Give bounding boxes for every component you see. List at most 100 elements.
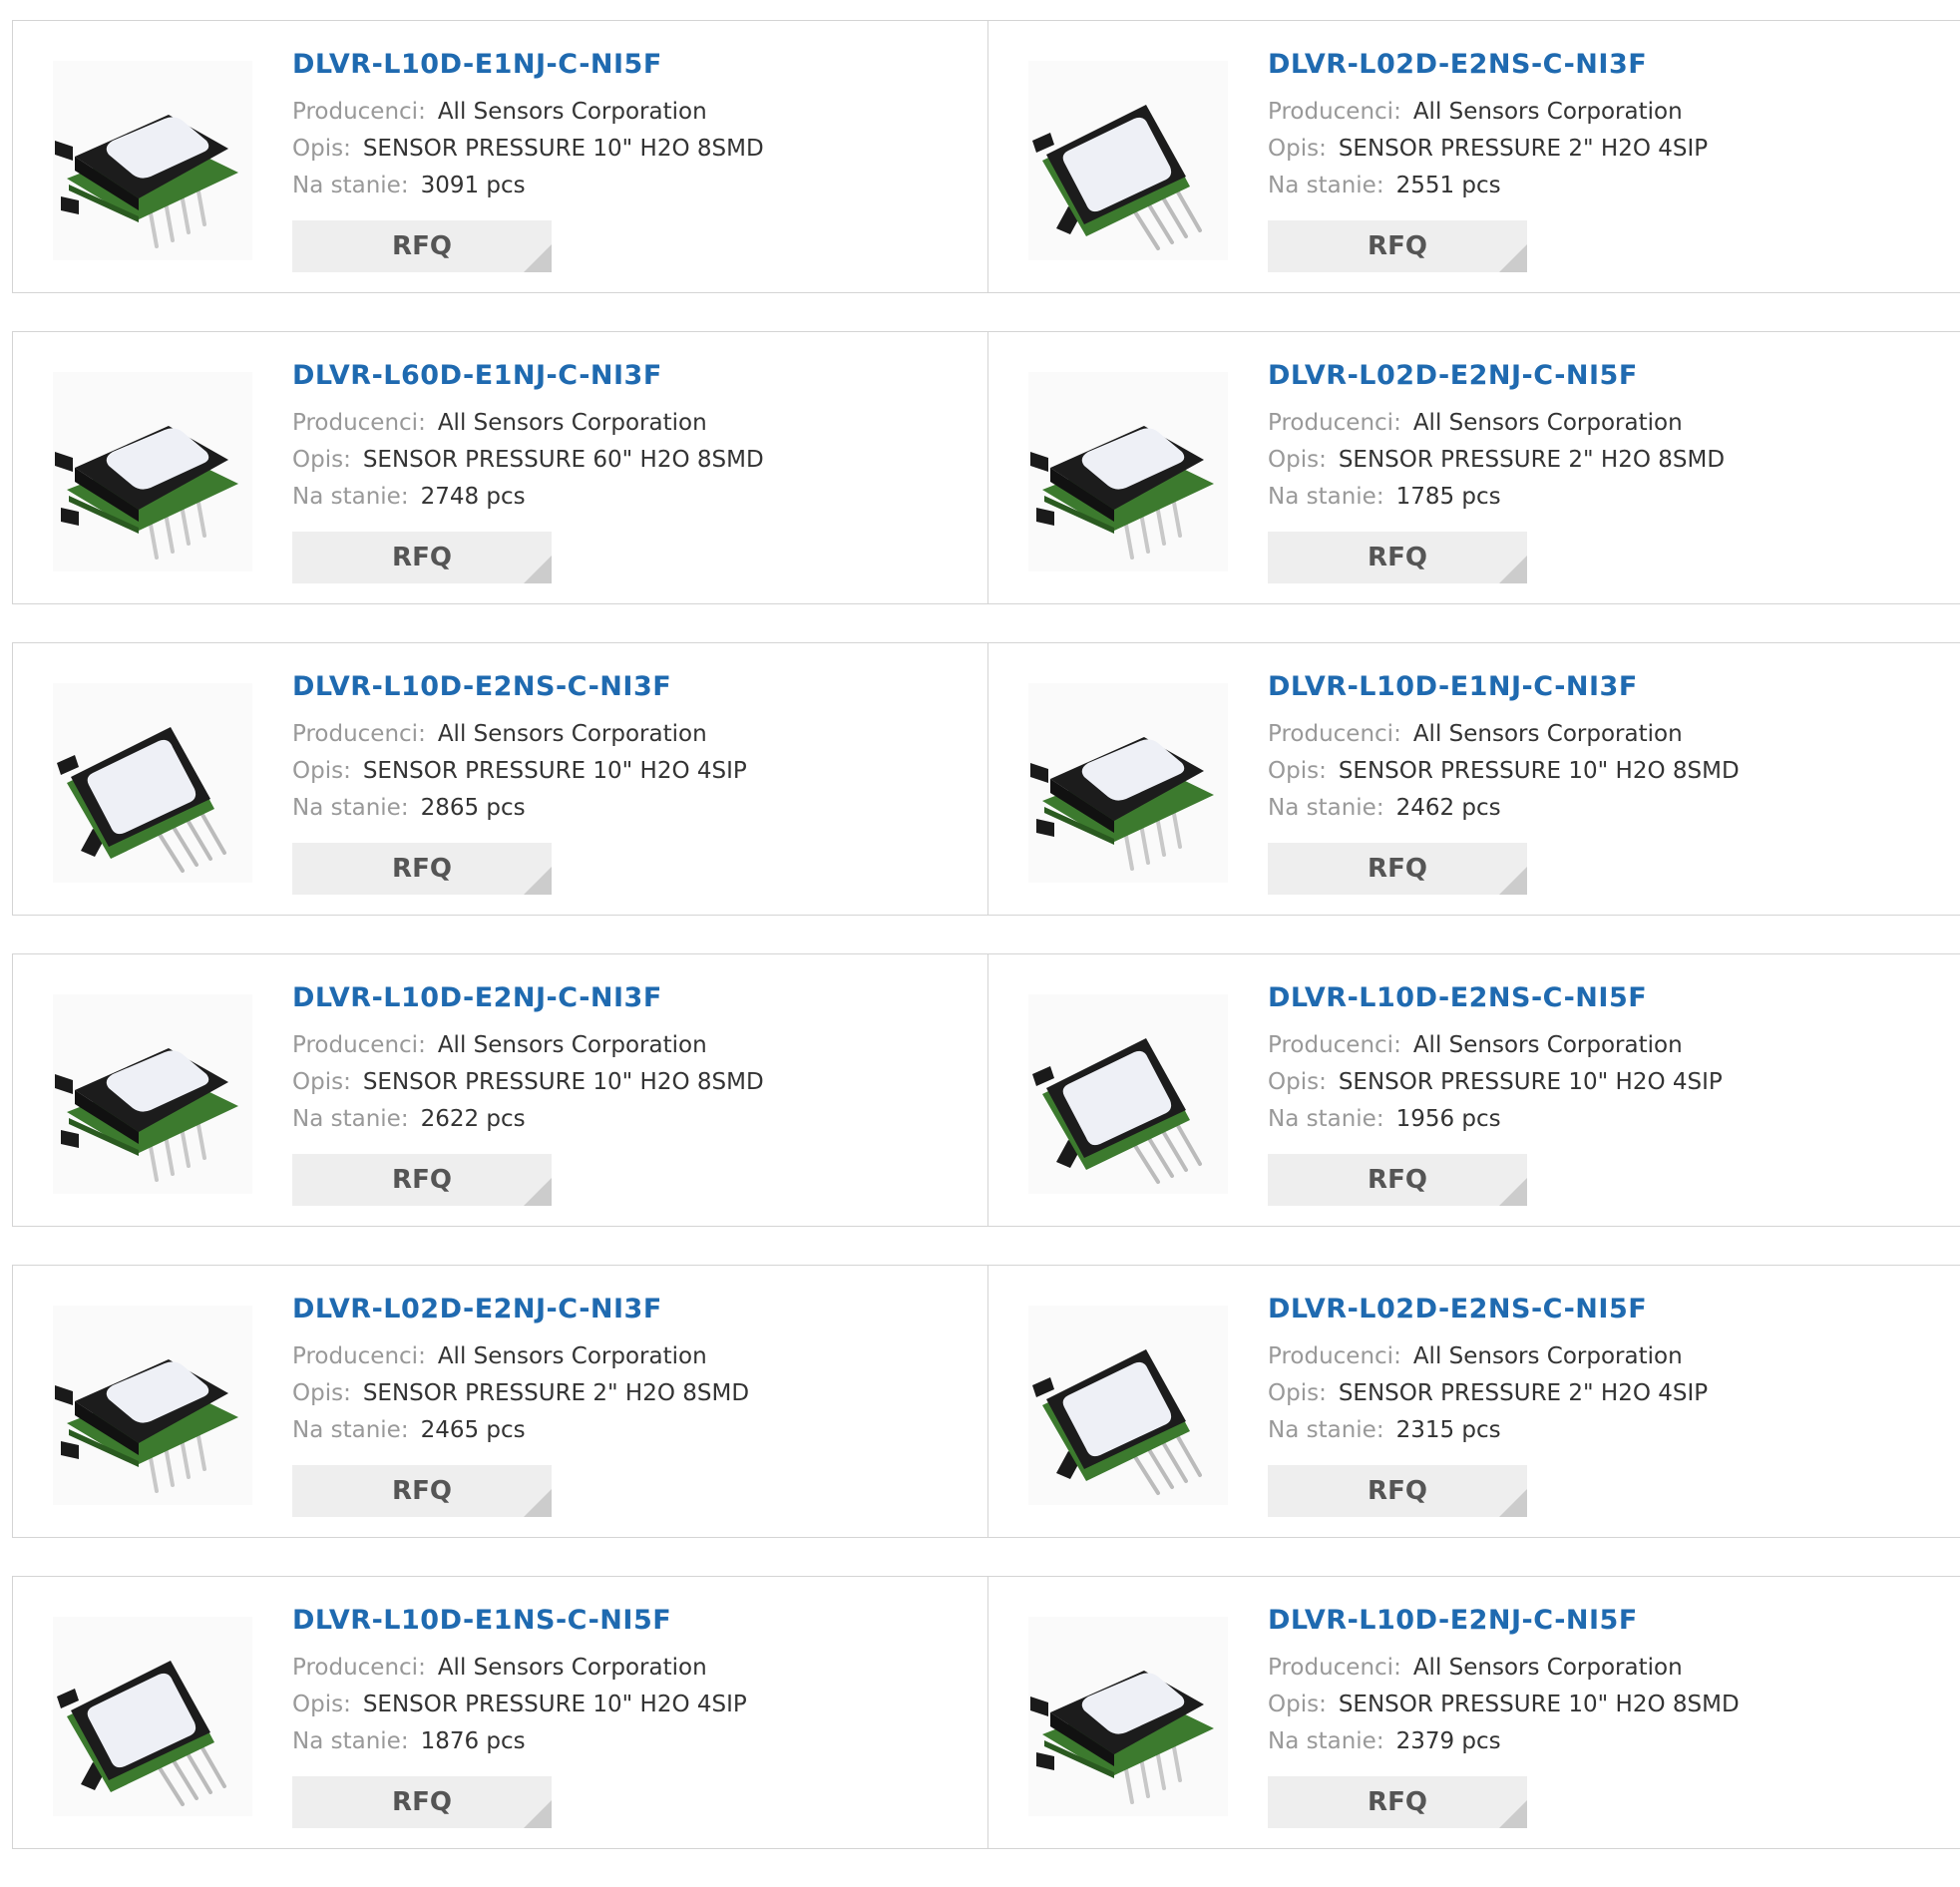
stock-label: Na stanie: — [1268, 795, 1384, 821]
product-card: DLVR-L02D-E2NS-C-NI3F Producenci: All Sen… — [987, 20, 1960, 293]
product-card: DLVR-L10D-E2NJ-C-NI3F Producenci: All Sen… — [12, 953, 989, 1227]
product-card: DLVR-L10D-E2NJ-C-NI5F Producenci: All Sen… — [987, 1576, 1960, 1849]
stock-value: 3091 pcs — [420, 173, 526, 198]
sensor-4sip-icon — [1032, 105, 1202, 250]
rfq-button-label: RFQ — [392, 1165, 452, 1195]
product-row: DLVR-L10D-E1NS-C-NI5F Producenci: All Sen… — [12, 1576, 1960, 1849]
product-part-number-link[interactable]: DLVR-L02D-E2NS-C-NI3F — [1268, 49, 1708, 80]
rfq-button[interactable]: RFQ — [1268, 220, 1527, 272]
stock-value: 2315 pcs — [1395, 1417, 1501, 1443]
product-row: DLVR-L60D-E1NJ-C-NI3F Producenci: All Sen… — [12, 331, 1960, 604]
manufacturer-value: All Sensors Corporation — [437, 99, 707, 125]
manufacturer-value: All Sensors Corporation — [437, 1343, 707, 1369]
stock-value: 2379 pcs — [1395, 1728, 1501, 1754]
product-image[interactable] — [53, 372, 252, 571]
stock-label: Na stanie: — [292, 795, 409, 821]
product-image[interactable] — [1028, 683, 1228, 883]
manufacturer-label: Producenci: — [292, 99, 426, 125]
description-label: Opis: — [292, 1692, 351, 1717]
rfq-button[interactable]: RFQ — [1268, 1154, 1527, 1206]
manufacturer-row: Producenci: All Sensors Corporation — [292, 1338, 749, 1375]
sensor-4sip-icon — [1032, 1038, 1202, 1184]
button-corner-triangle — [1499, 556, 1527, 583]
product-part-number-link[interactable]: DLVR-L10D-E2NS-C-NI5F — [1268, 982, 1723, 1013]
rfq-button-label: RFQ — [392, 1476, 452, 1506]
manufacturer-label: Producenci: — [292, 1032, 426, 1058]
rfq-button-label: RFQ — [392, 1787, 452, 1817]
description-value: SENSOR PRESSURE 10" H2O 8SMD — [1338, 758, 1740, 784]
product-image[interactable] — [1028, 372, 1228, 571]
rfq-button-label: RFQ — [392, 854, 452, 884]
rfq-button[interactable]: RFQ — [292, 1776, 552, 1828]
product-part-number-link[interactable]: DLVR-L10D-E1NJ-C-NI5F — [292, 49, 764, 80]
rfq-button-label: RFQ — [1368, 231, 1427, 261]
sensor-8smd-icon — [55, 115, 238, 248]
manufacturer-label: Producenci: — [1268, 410, 1401, 436]
product-row: DLVR-L10D-E1NJ-C-NI5F Producenci: All Sen… — [12, 20, 1960, 293]
product-part-number-link[interactable]: DLVR-L10D-E2NJ-C-NI5F — [1268, 1605, 1740, 1636]
rfq-button[interactable]: RFQ — [292, 1154, 552, 1206]
product-part-number-link[interactable]: DLVR-L10D-E2NS-C-NI3F — [292, 671, 747, 702]
stock-row: Na stanie: 1785 pcs — [1268, 479, 1725, 516]
product-image[interactable] — [53, 683, 252, 883]
product-image[interactable] — [1028, 1617, 1228, 1816]
product-image[interactable] — [53, 61, 252, 260]
product-part-number-link[interactable]: DLVR-L02D-E2NJ-C-NI3F — [292, 1294, 749, 1324]
stock-value: 2465 pcs — [420, 1417, 526, 1443]
stock-value: 2462 pcs — [1395, 795, 1501, 821]
button-corner-triangle — [1499, 1178, 1527, 1206]
product-image[interactable] — [53, 1306, 252, 1505]
stock-label: Na stanie: — [292, 1106, 409, 1132]
button-corner-triangle — [524, 1489, 552, 1517]
manufacturer-label: Producenci: — [1268, 1032, 1401, 1058]
sensor-4sip-icon — [1032, 1349, 1202, 1495]
stock-row: Na stanie: 2465 pcs — [292, 1412, 749, 1449]
product-part-number-link[interactable]: DLVR-L10D-E2NJ-C-NI3F — [292, 982, 764, 1013]
product-part-number-link[interactable]: DLVR-L02D-E2NJ-C-NI5F — [1268, 360, 1725, 391]
stock-row: Na stanie: 2315 pcs — [1268, 1412, 1708, 1449]
sensor-8smd-icon — [55, 426, 238, 560]
product-image[interactable] — [1028, 994, 1228, 1194]
rfq-button[interactable]: RFQ — [292, 532, 552, 583]
stock-row: Na stanie: 2551 pcs — [1268, 168, 1708, 204]
button-corner-triangle — [1499, 1800, 1527, 1828]
manufacturer-row: Producenci: All Sensors Corporation — [292, 1650, 747, 1687]
manufacturer-row: Producenci: All Sensors Corporation — [1268, 1650, 1740, 1687]
rfq-button[interactable]: RFQ — [1268, 1776, 1527, 1828]
rfq-button-label: RFQ — [1368, 543, 1427, 572]
rfq-button-label: RFQ — [1368, 854, 1427, 884]
product-part-number-link[interactable]: DLVR-L10D-E1NS-C-NI5F — [292, 1605, 747, 1636]
rfq-button[interactable]: RFQ — [292, 1465, 552, 1517]
manufacturer-row: Producenci: All Sensors Corporation — [292, 405, 764, 442]
stock-label: Na stanie: — [292, 1417, 409, 1443]
rfq-button-label: RFQ — [1368, 1165, 1427, 1195]
rfq-button[interactable]: RFQ — [292, 220, 552, 272]
product-image[interactable] — [53, 994, 252, 1194]
description-value: SENSOR PRESSURE 2" H2O 8SMD — [1338, 447, 1726, 473]
stock-value: 2748 pcs — [420, 484, 526, 510]
rfq-button[interactable]: RFQ — [292, 843, 552, 895]
rfq-button[interactable]: RFQ — [1268, 532, 1527, 583]
product-part-number-link[interactable]: DLVR-L60D-E1NJ-C-NI3F — [292, 360, 764, 391]
manufacturer-row: Producenci: All Sensors Corporation — [1268, 716, 1740, 753]
product-part-number-link[interactable]: DLVR-L02D-E2NS-C-NI5F — [1268, 1294, 1708, 1324]
manufacturer-value: All Sensors Corporation — [1412, 1343, 1683, 1369]
product-card: DLVR-L10D-E2NS-C-NI3F Producenci: All Sen… — [12, 642, 989, 916]
product-part-number-link[interactable]: DLVR-L10D-E1NJ-C-NI3F — [1268, 671, 1740, 702]
product-image[interactable] — [1028, 1306, 1228, 1505]
manufacturer-row: Producenci: All Sensors Corporation — [292, 1027, 764, 1064]
stock-row: Na stanie: 3091 pcs — [292, 168, 764, 204]
manufacturer-value: All Sensors Corporation — [1412, 1032, 1683, 1058]
button-corner-triangle — [524, 244, 552, 272]
product-info: DLVR-L10D-E1NS-C-NI5F Producenci: All Sen… — [292, 1605, 747, 1760]
product-image[interactable] — [53, 1617, 252, 1816]
stock-value: 1876 pcs — [420, 1728, 526, 1754]
rfq-button[interactable]: RFQ — [1268, 1465, 1527, 1517]
product-image[interactable] — [1028, 61, 1228, 260]
product-info: DLVR-L02D-E2NJ-C-NI3F Producenci: All Sen… — [292, 1294, 749, 1449]
product-card: DLVR-L10D-E1NS-C-NI5F Producenci: All Sen… — [12, 1576, 989, 1849]
product-card: DLVR-L02D-E2NJ-C-NI5F Producenci: All Sen… — [987, 331, 1960, 604]
description-value: SENSOR PRESSURE 2" H2O 8SMD — [362, 1380, 750, 1406]
rfq-button[interactable]: RFQ — [1268, 843, 1527, 895]
rfq-button-label: RFQ — [392, 543, 452, 572]
